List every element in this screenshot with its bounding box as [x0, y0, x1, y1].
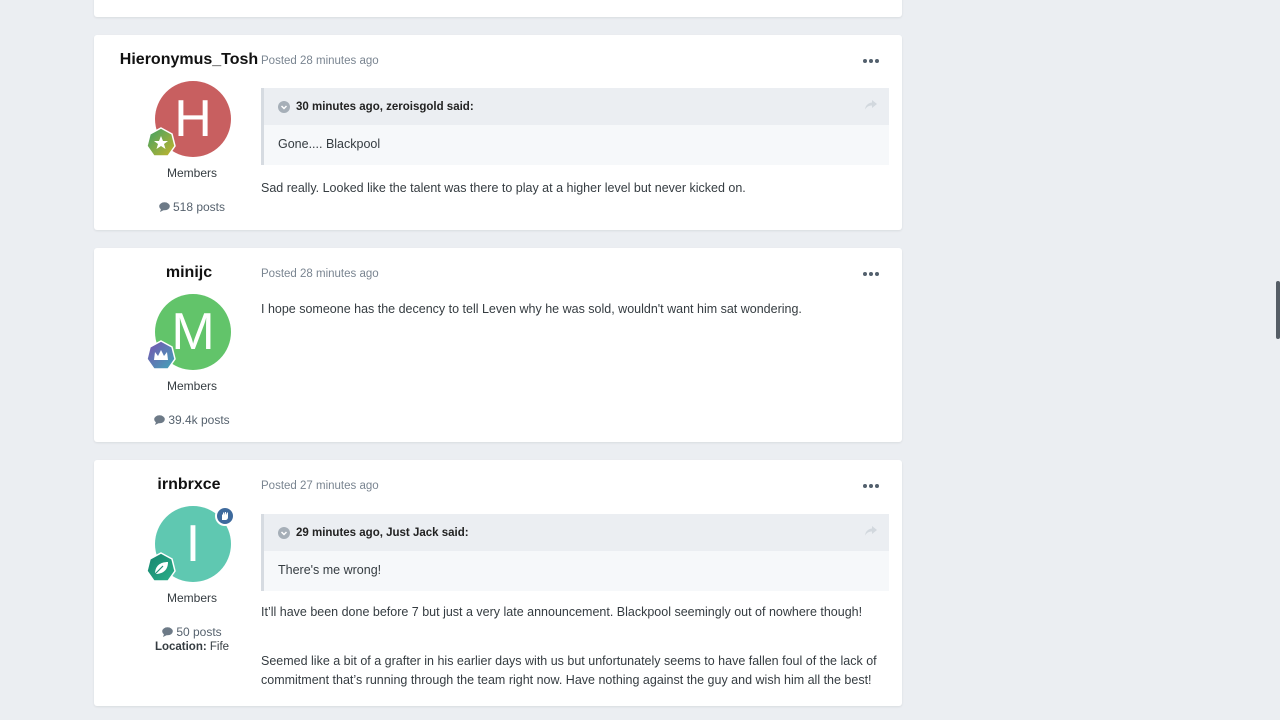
post-timestamp[interactable]: Posted 27 minutes ago — [261, 480, 379, 492]
author-name-link[interactable]: minijc — [106, 264, 272, 282]
post-content: I hope someone has the decency to tell L… — [261, 300, 889, 319]
post-content: It’ll have been done before 7 but just a… — [261, 603, 889, 690]
quote-header[interactable]: 30 minutes ago, zeroisgold said: — [264, 88, 889, 125]
quote-body: Gone.... Blackpool — [278, 137, 381, 151]
post-count-text[interactable]: 518 posts — [173, 200, 225, 214]
author-name-link[interactable]: Hieronymus_Tosh — [106, 51, 272, 69]
rank-leaf-badge-icon — [146, 552, 176, 582]
rank-star-badge-icon — [146, 127, 176, 157]
member-group: Members — [166, 166, 217, 180]
more-options-icon[interactable] — [863, 480, 879, 492]
member-group: Members — [166, 591, 217, 605]
author-location: Location: Fife — [106, 641, 278, 653]
comment-icon — [159, 202, 170, 212]
post-paragraph: Sad really. Looked like the talent was t… — [261, 181, 746, 195]
more-options-icon[interactable] — [863, 55, 879, 67]
post-timestamp[interactable]: Posted 28 minutes ago — [261, 55, 379, 67]
previous-post-card — [94, 0, 902, 17]
comment-icon — [162, 627, 174, 637]
quote-block: 29 minutes ago, Just Jack said: There's … — [261, 514, 889, 591]
avatar[interactable]: I — [146, 506, 235, 582]
quote-header[interactable]: 29 minutes ago, Just Jack said: — [264, 514, 889, 551]
post-paragraph: It’ll have been done before 7 but just a… — [261, 605, 863, 619]
quote-citation: 30 minutes ago, zeroisgold said: — [296, 100, 474, 113]
post-count-text[interactable]: 39.4k posts — [168, 413, 229, 427]
member-group: Members — [166, 379, 217, 393]
quote-body: There's me wrong! — [278, 563, 382, 577]
post-count: 518 posts — [106, 200, 278, 214]
avatar[interactable]: M — [146, 294, 231, 370]
hand-badge-icon — [215, 506, 235, 526]
post-card: minijc M Members 39.4k posts Posted 28 m… — [94, 248, 902, 442]
comment-icon — [154, 415, 166, 425]
post-timestamp[interactable]: Posted 28 minutes ago — [261, 268, 379, 280]
post-paragraph: Seemed like a bit of a grafter in his ea… — [261, 654, 877, 687]
post-count: 50 posts — [106, 625, 278, 639]
quote-citation: 29 minutes ago, Just Jack said: — [296, 526, 469, 539]
post-count: 39.4k posts — [106, 413, 278, 427]
share-arrow-icon[interactable] — [865, 526, 877, 539]
author-name-link[interactable]: irnbrxce — [106, 476, 272, 494]
post-paragraph: I hope someone has the decency to tell L… — [261, 302, 802, 316]
chevron-toggle-icon[interactable] — [278, 100, 290, 113]
rank-crown-badge-icon — [146, 340, 176, 370]
post-card: Hieronymus_Tosh H Members 518 posts Post… — [94, 35, 902, 230]
avatar[interactable]: H — [146, 81, 231, 157]
post-content: Sad really. Looked like the talent was t… — [261, 179, 889, 198]
chevron-toggle-icon[interactable] — [278, 526, 290, 539]
location-value: Fife — [209, 641, 230, 653]
more-options-icon[interactable] — [863, 268, 879, 280]
post-card: irnbrxce I Members 50 posts Location: Fi… — [94, 460, 902, 706]
post-count-text[interactable]: 50 posts — [176, 625, 221, 639]
scrollbar-thumb[interactable] — [1276, 281, 1280, 339]
share-arrow-icon[interactable] — [865, 100, 877, 113]
quote-block: 30 minutes ago, zeroisgold said: Gone...… — [261, 88, 889, 165]
location-label: Location: — [154, 641, 207, 653]
